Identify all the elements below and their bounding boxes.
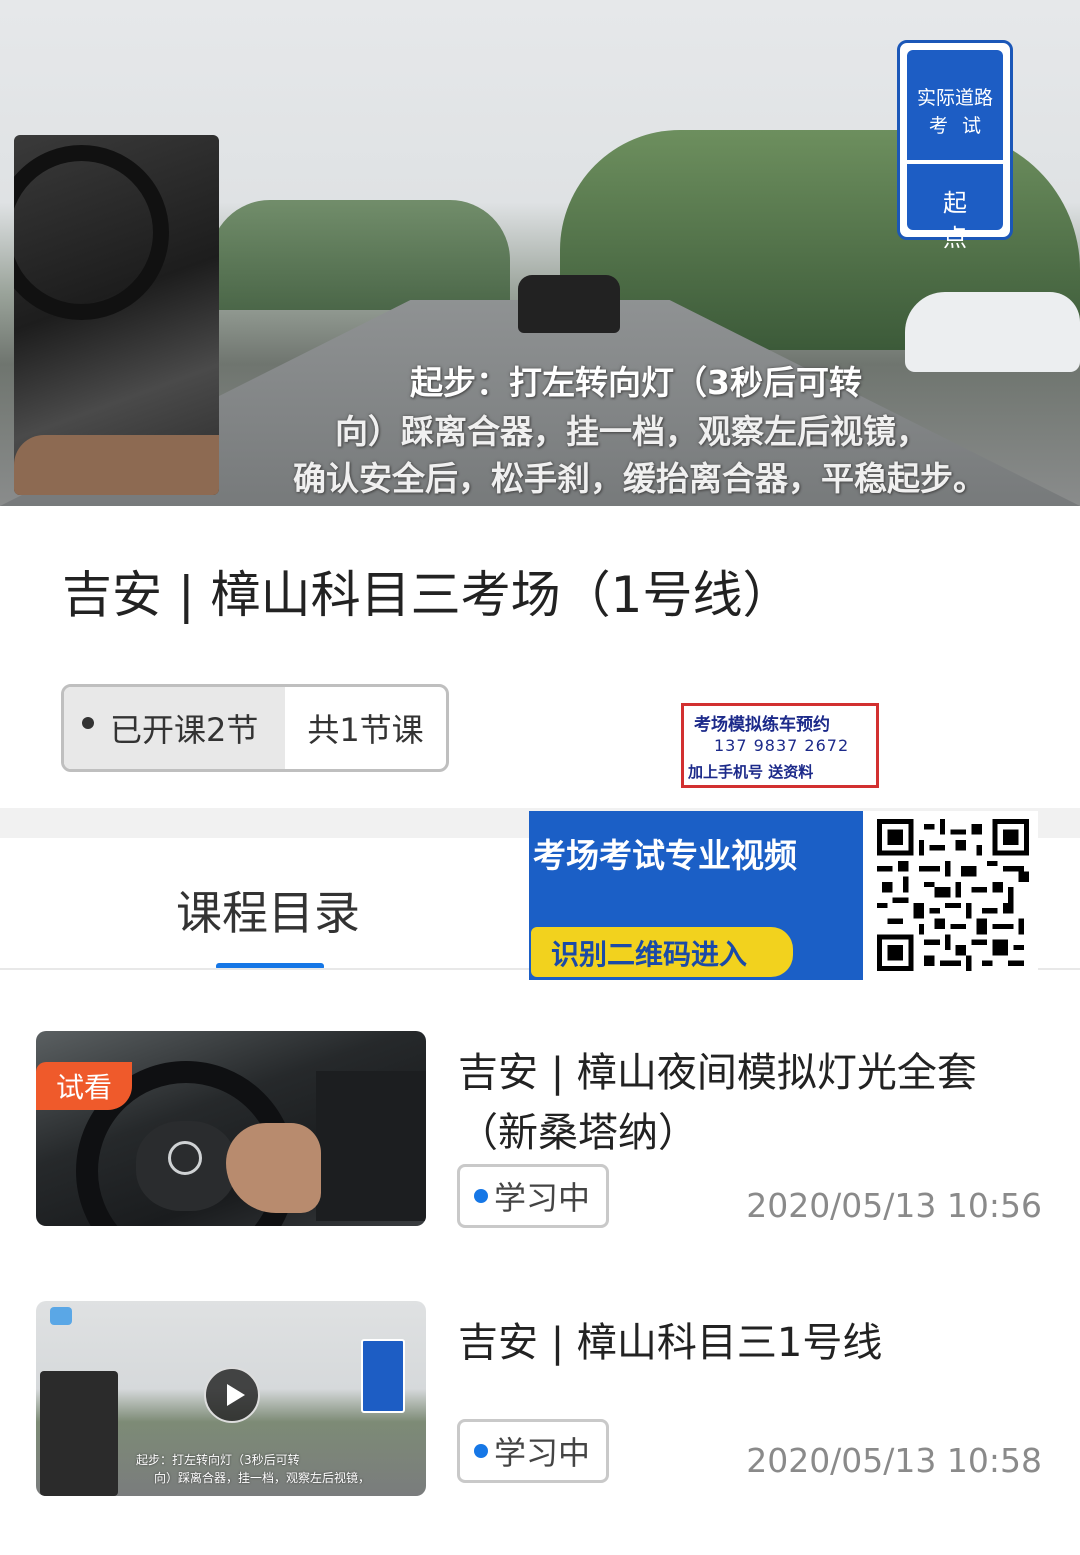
lesson-title[interactable]: 吉安 | 樟山科目三1号线 <box>458 1313 1048 1373</box>
driver-arm-image <box>14 435 219 495</box>
lesson-date: 2020/05/13 10:56 <box>746 1186 1042 1225</box>
video-ad-banner[interactable]: 考场考试专业视频 识别二维码进入 <box>529 811 1038 980</box>
opened-lessons-text: 已开课2节 <box>110 711 259 749</box>
sign-line-2: 考试 <box>928 115 995 137</box>
status-dot-icon <box>474 1444 488 1458</box>
promo-phone: 137 9837 2672 <box>714 736 850 755</box>
car-image <box>518 275 620 333</box>
course-cover-video[interactable]: 实际道路 考试 起点 起步：打左转向灯（3秒后可转 向）踩离合器，挂一档，观察左… <box>0 0 1080 506</box>
status-text: 学习中 <box>494 1434 591 1472</box>
status-badge: 学习中 <box>457 1164 609 1228</box>
driver-inset-video <box>14 135 219 495</box>
road-test-sign-image <box>361 1339 405 1413</box>
banner-headline: 考场考试专业视频 <box>533 836 797 875</box>
bullet-icon <box>82 717 94 729</box>
lesson-thumbnail[interactable]: 起步：打左转向灯（3秒后可转 向）踩离合器，挂一档，观察左后视镜， <box>36 1301 426 1496</box>
lesson-date: 2020/05/13 10:58 <box>746 1441 1042 1480</box>
cloud-icon <box>50 1307 72 1325</box>
thumb-caption-line-1: 起步：打左转向灯（3秒后可转 <box>136 1453 300 1467</box>
road-test-sign: 实际道路 考试 起点 <box>897 40 1013 252</box>
status-text: 学习中 <box>494 1179 591 1217</box>
sign-line-1: 实际道路 <box>916 87 993 109</box>
status-dot-icon <box>474 1189 488 1203</box>
sign-line-3: 起点 <box>943 189 993 252</box>
promo-line-1: 考场模拟练车预约 <box>694 715 830 735</box>
dashboard-image <box>316 1071 426 1221</box>
booking-promo-box: 考场模拟练车预约 137 9837 2672 加上手机号 送资料 <box>681 703 879 788</box>
promo-line-3: 加上手机号 送资料 <box>688 763 814 781</box>
status-badge: 学习中 <box>457 1419 609 1483</box>
tab-course-catalog[interactable]: 课程目录 <box>176 877 360 943</box>
video-caption-line-1: 起步：打左转向灯（3秒后可转 <box>410 363 862 402</box>
parked-car-image <box>905 292 1080 372</box>
car-logo-icon <box>168 1141 202 1175</box>
course-progress-segment: 已开课2节 共1节课 <box>61 684 449 772</box>
video-caption-line-3: 确认安全后，松手刹，缓抬离合器，平稳起步。 <box>293 459 986 498</box>
course-title: 吉安 | 樟山科目三考场（1号线） <box>62 566 793 624</box>
video-caption-line-2: 向）踩离合器，挂一档，观察左后视镜， <box>335 412 929 451</box>
steering-wheel-image <box>14 145 169 320</box>
trees-background <box>210 200 510 310</box>
lesson-title[interactable]: 吉安 | 樟山夜间模拟灯光全套（新桑塔纳） <box>458 1043 1048 1163</box>
trial-badge: 试看 <box>36 1062 132 1110</box>
thumb-caption-line-2: 向）踩离合器，挂一档，观察左后视镜， <box>154 1471 371 1485</box>
total-lessons-label: 共1节课 <box>307 711 424 749</box>
play-icon[interactable] <box>204 1367 260 1423</box>
qr-code-icon <box>863 811 1038 980</box>
banner-button-label: 识别二维码进入 <box>551 938 748 971</box>
opened-lessons-label: 已开课2节 <box>64 687 285 769</box>
driver-inset-image <box>40 1371 118 1496</box>
lesson-thumbnail[interactable] <box>36 1031 426 1226</box>
